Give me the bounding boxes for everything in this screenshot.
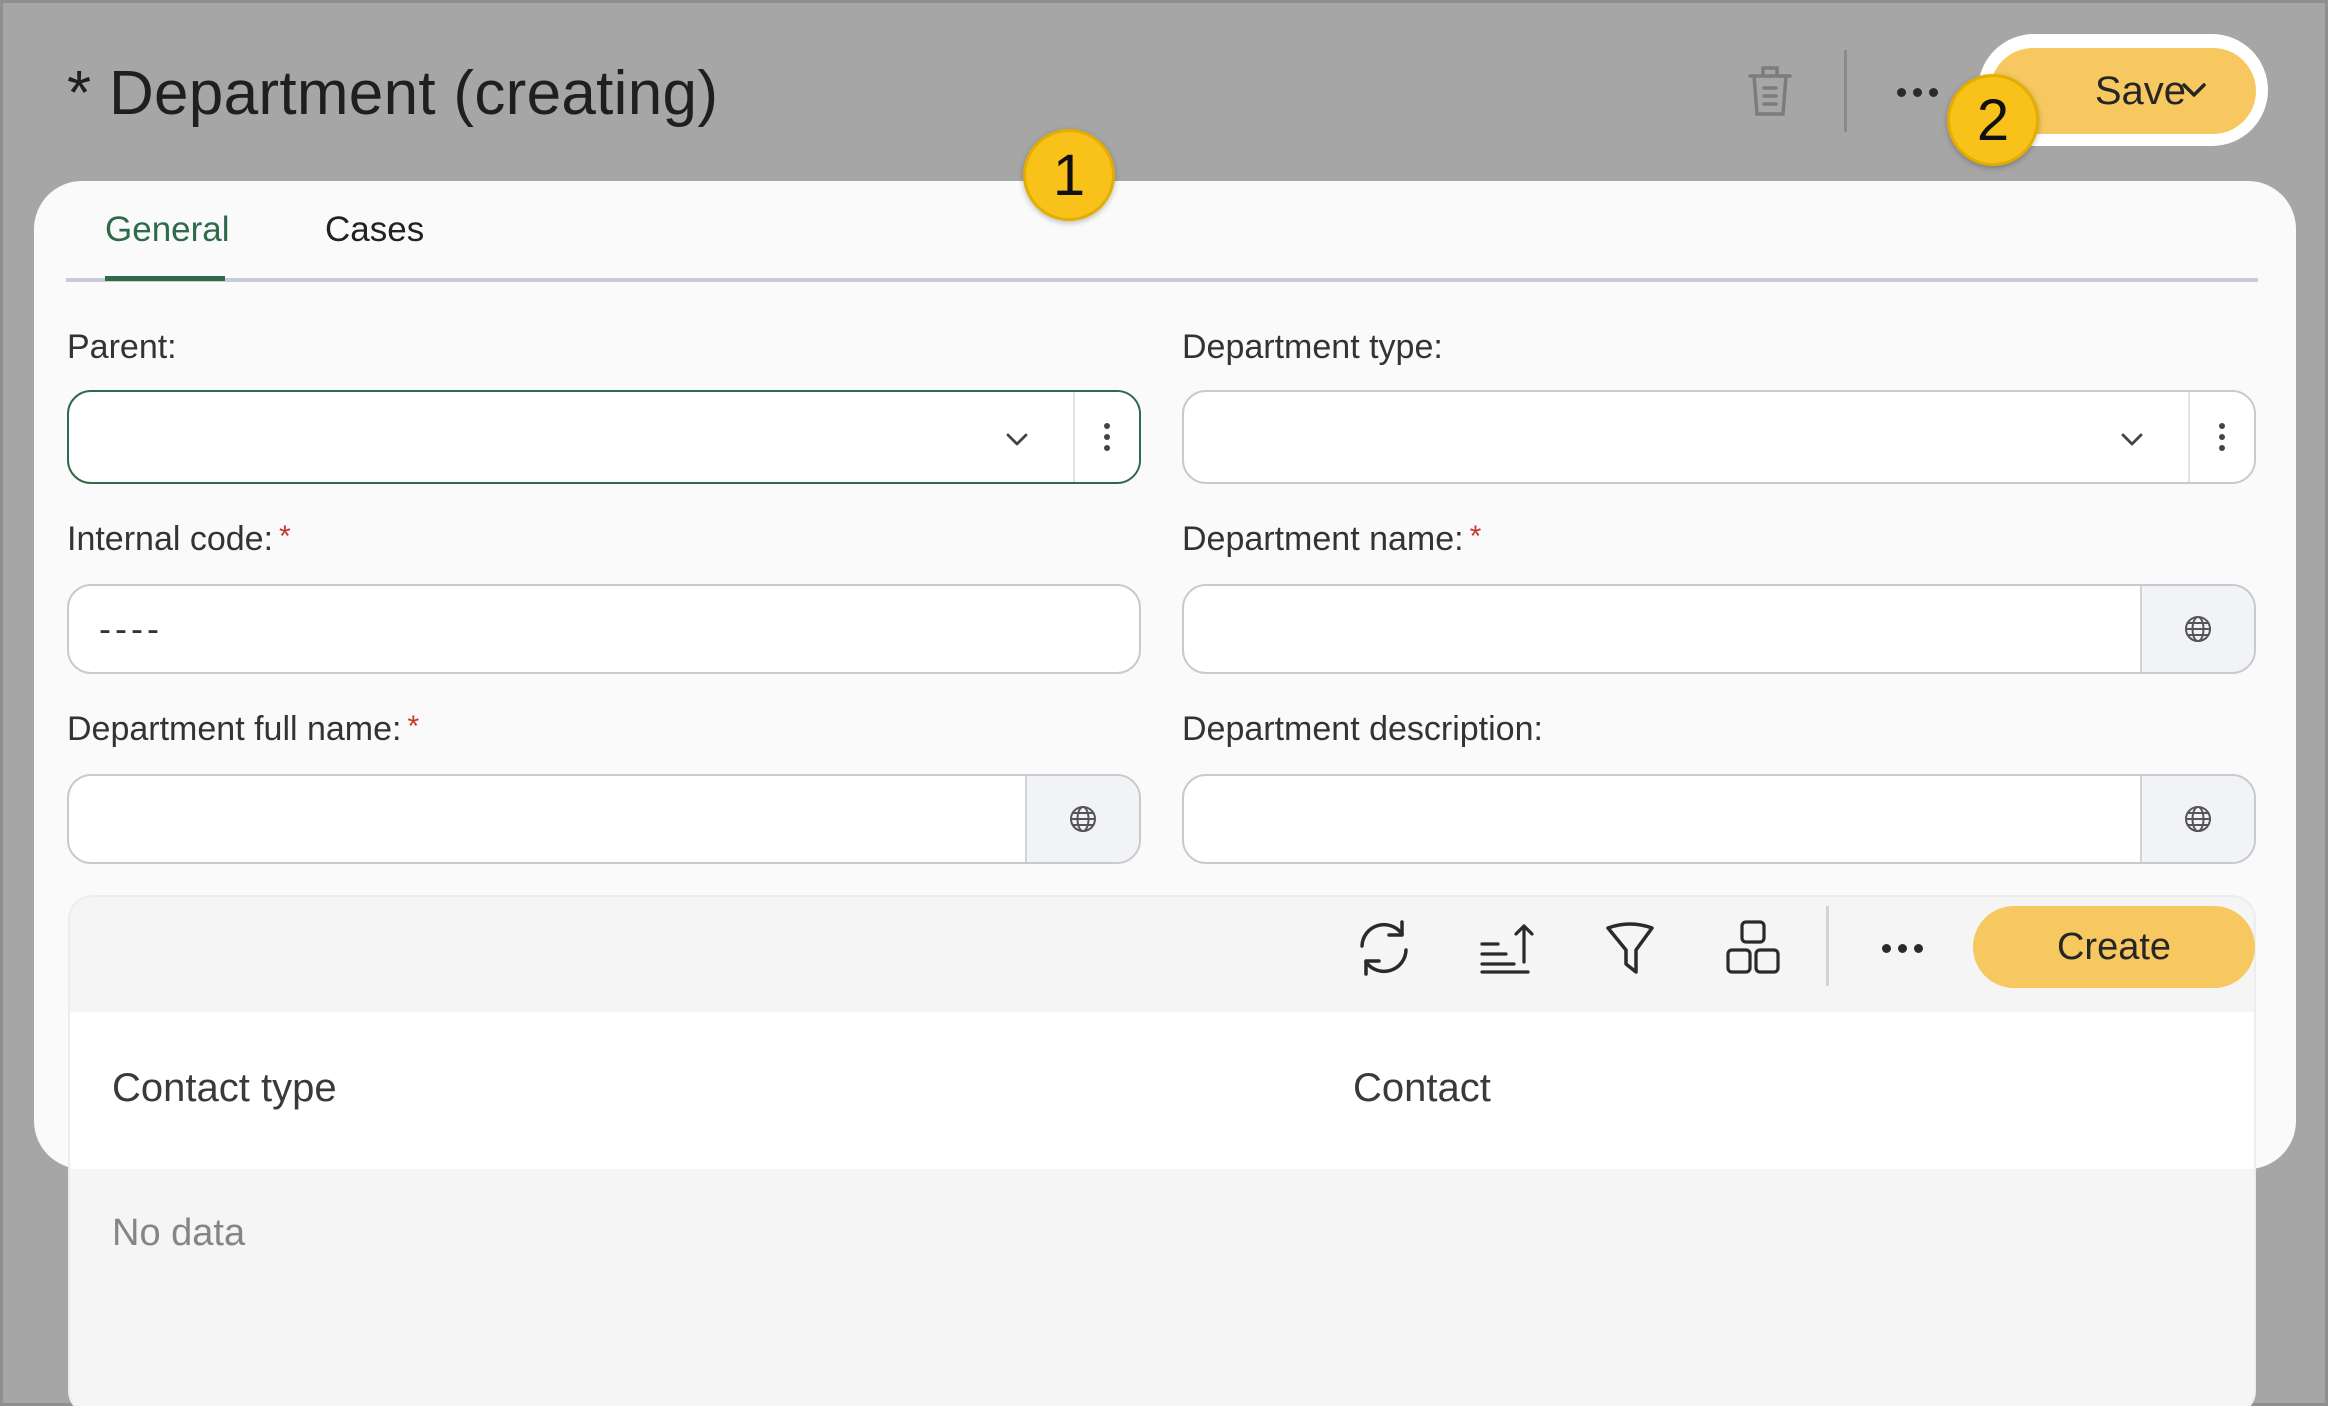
department-name-label-text: Department name:: [1182, 520, 1464, 558]
department-name-input[interactable]: [1182, 584, 2256, 674]
parent-options-icon[interactable]: [1073, 392, 1139, 482]
required-marker: *: [279, 520, 291, 553]
tab-bar-divider: [66, 278, 2258, 282]
header-more-icon[interactable]: [1890, 70, 1944, 114]
department-name-label: Department name: *: [1182, 520, 1481, 559]
department-description-input[interactable]: [1182, 774, 2256, 864]
department-full-name-label: Department full name: *: [67, 710, 419, 749]
department-full-name-label-text: Department full name:: [67, 710, 402, 748]
column-header-contact[interactable]: Contact: [1353, 1066, 1491, 1111]
tab-general[interactable]: General: [105, 210, 230, 250]
filter-icon[interactable]: [1600, 918, 1660, 978]
translate-globe-icon[interactable]: [1025, 776, 1139, 862]
parent-select[interactable]: [67, 390, 1141, 484]
department-full-name-input[interactable]: [67, 774, 1141, 864]
chevron-down-icon[interactable]: [1004, 429, 1030, 449]
tab-active-indicator: [105, 276, 225, 281]
page-title: * Department (creating): [67, 59, 719, 128]
grid-more-icon[interactable]: [1876, 926, 1928, 970]
column-header-contact-type[interactable]: Contact type: [112, 1066, 337, 1111]
save-button-label: Save: [2094, 68, 2186, 113]
grid-header-row: [70, 1012, 2254, 1169]
department-type-select[interactable]: [1182, 390, 2256, 484]
refresh-icon[interactable]: [1354, 918, 1414, 978]
required-marker: *: [407, 710, 420, 743]
chevron-down-icon[interactable]: [2180, 78, 2208, 102]
layout-icon[interactable]: [1724, 918, 1784, 978]
empty-state-text: No data: [112, 1212, 246, 1254]
internal-code-input[interactable]: ----: [67, 584, 1141, 674]
callout-badge-2: 2: [1947, 74, 2039, 166]
internal-code-value: ----: [99, 608, 163, 649]
chevron-down-icon[interactable]: [2119, 429, 2145, 449]
header-divider: [1844, 50, 1847, 132]
toolbar-divider: [1826, 906, 1829, 986]
translate-globe-icon[interactable]: [2140, 776, 2254, 862]
trash-icon[interactable]: [1748, 62, 1792, 118]
tab-cases[interactable]: Cases: [325, 210, 424, 250]
department-description-label: Department description:: [1182, 710, 1543, 748]
sort-icon[interactable]: [1478, 918, 1538, 978]
internal-code-label: Internal code: *: [67, 520, 291, 559]
department-type-options-icon[interactable]: [2188, 392, 2254, 482]
create-button[interactable]: Create: [1973, 906, 2255, 988]
department-type-label: Department type:: [1182, 328, 1443, 366]
parent-label: Parent:: [67, 328, 177, 366]
translate-globe-icon[interactable]: [2140, 586, 2254, 672]
internal-code-label-text: Internal code:: [67, 520, 274, 558]
callout-badge-1: 1: [1023, 129, 1115, 221]
required-marker: *: [1469, 520, 1482, 553]
